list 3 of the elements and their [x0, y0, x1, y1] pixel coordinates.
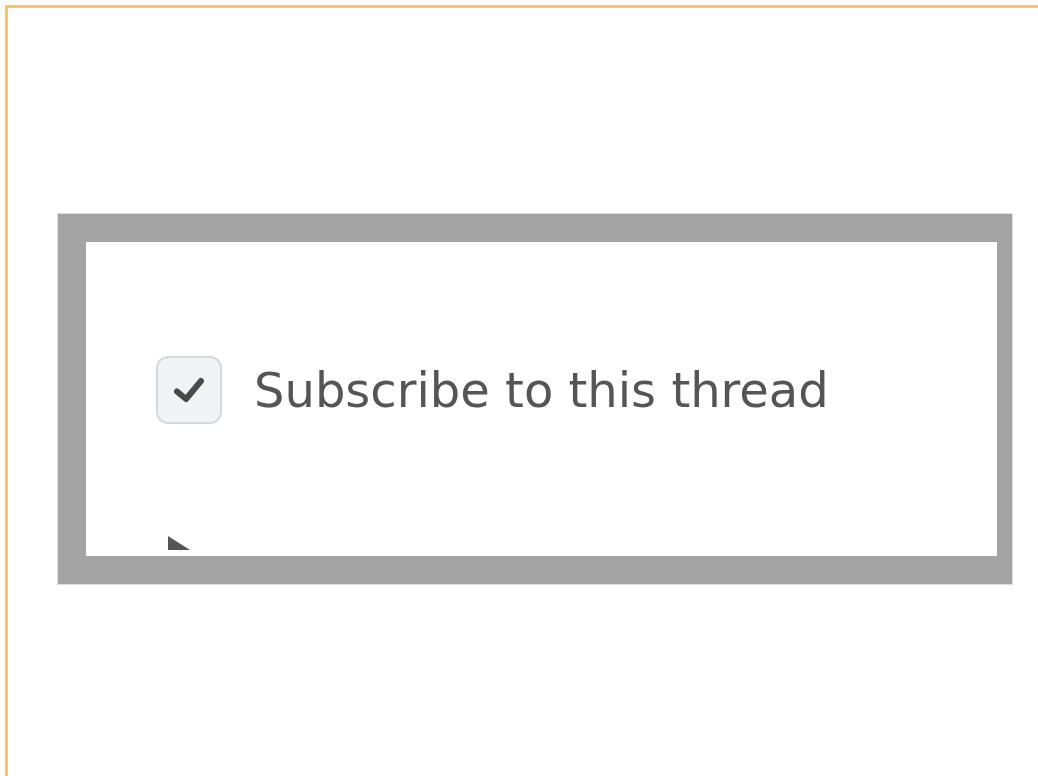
subscribe-checkbox[interactable]	[156, 356, 222, 424]
caret-icon[interactable]	[168, 536, 190, 550]
checkbox-label: Subscribe to this thread	[254, 362, 829, 418]
